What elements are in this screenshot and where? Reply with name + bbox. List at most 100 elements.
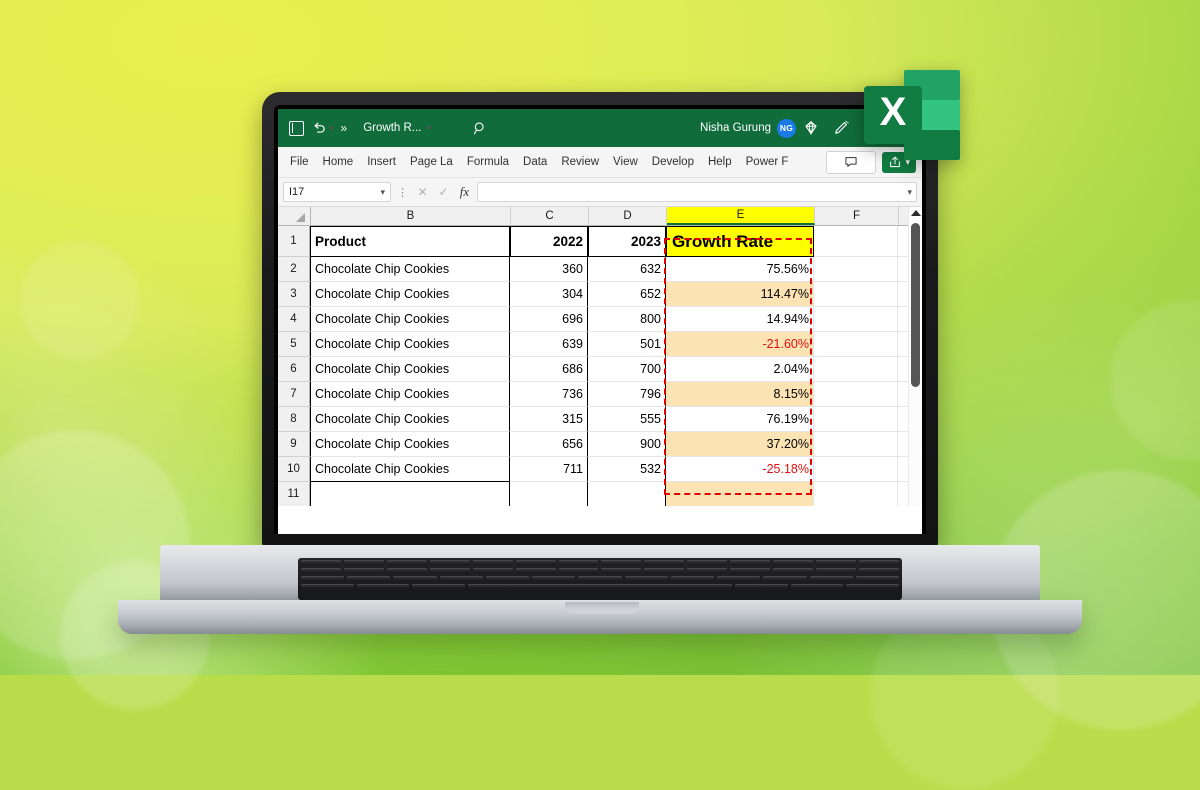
tab-file[interactable]: File	[283, 147, 316, 177]
cell-b8[interactable]: Chocolate Chip Cookies	[310, 407, 510, 432]
diamond-button[interactable]	[796, 115, 826, 141]
cell-f1[interactable]	[814, 226, 898, 257]
formula-bar-more-icon[interactable]: ⋮	[395, 186, 410, 199]
cell-c7[interactable]: 736	[510, 382, 588, 407]
tab-page-layout[interactable]: Page La	[403, 147, 460, 177]
formula-input[interactable]: ▾	[477, 182, 917, 202]
cell-e9[interactable]: 37.20%	[666, 432, 814, 457]
cell-d3[interactable]: 652	[588, 282, 666, 307]
account-button[interactable]: Nisha Gurung NG	[700, 118, 796, 138]
row-header-1[interactable]: 1	[278, 226, 310, 257]
confirm-check-icon[interactable]: ✓	[435, 185, 452, 199]
cell-b9[interactable]: Chocolate Chip Cookies	[310, 432, 510, 457]
vertical-scrollbar[interactable]	[908, 207, 922, 506]
tab-view[interactable]: View	[606, 147, 645, 177]
row-header-9[interactable]: 9	[278, 432, 310, 457]
cell-f4[interactable]	[814, 307, 898, 332]
cell-d4[interactable]: 800	[588, 307, 666, 332]
search-button[interactable]	[473, 121, 488, 136]
cancel-x-icon[interactable]: ✕	[414, 185, 431, 199]
cell-f7[interactable]	[814, 382, 898, 407]
cell-e4[interactable]: 14.94%	[666, 307, 814, 332]
cell-e2[interactable]: 75.56%	[666, 257, 814, 282]
name-box[interactable]: I17 ▾	[283, 182, 391, 202]
chevron-down-icon[interactable]: ▾	[907, 187, 912, 198]
cell-d5[interactable]: 501	[588, 332, 666, 357]
cell-e7[interactable]: 8.15%	[666, 382, 814, 407]
cell-e3[interactable]: 114.47%	[666, 282, 814, 307]
row-header-3[interactable]: 3	[278, 282, 310, 307]
cell-e6[interactable]: 2.04%	[666, 357, 814, 382]
cell-d7[interactable]: 796	[588, 382, 666, 407]
cell-d1[interactable]: 2023	[588, 226, 666, 257]
row-header-8[interactable]: 8	[278, 407, 310, 432]
cell-d6[interactable]: 700	[588, 357, 666, 382]
cell-f8[interactable]	[814, 407, 898, 432]
cell-b11[interactable]	[310, 482, 510, 506]
cell-f9[interactable]	[814, 432, 898, 457]
cell-d11[interactable]	[588, 482, 666, 506]
cell-c1[interactable]: 2022	[510, 226, 588, 257]
cell-d2[interactable]: 632	[588, 257, 666, 282]
column-header-b[interactable]: B	[311, 207, 511, 225]
cell-d8[interactable]: 555	[588, 407, 666, 432]
cell-b3[interactable]: Chocolate Chip Cookies	[310, 282, 510, 307]
excel-app-icon[interactable]	[284, 116, 308, 140]
row-header-4[interactable]: 4	[278, 307, 310, 332]
tab-help[interactable]: Help	[701, 147, 739, 177]
cell-f2[interactable]	[814, 257, 898, 282]
tab-power-pivot[interactable]: Power F	[739, 147, 796, 177]
tab-home[interactable]: Home	[316, 147, 361, 177]
select-all-corner-icon[interactable]	[278, 207, 311, 225]
cell-b1[interactable]: Product	[310, 226, 510, 257]
tab-formulas[interactable]: Formula	[460, 147, 516, 177]
tab-developer[interactable]: Develop	[645, 147, 701, 177]
cell-c2[interactable]: 360	[510, 257, 588, 282]
document-name-button[interactable]: Growth R... ▾	[363, 122, 431, 134]
cell-f10[interactable]	[814, 457, 898, 482]
cell-f5[interactable]	[814, 332, 898, 357]
cell-c9[interactable]: 656	[510, 432, 588, 457]
cell-f3[interactable]	[814, 282, 898, 307]
row-header-7[interactable]: 7	[278, 382, 310, 407]
scrollbar-thumb[interactable]	[911, 223, 920, 387]
cell-b4[interactable]: Chocolate Chip Cookies	[310, 307, 510, 332]
cell-c11[interactable]	[510, 482, 588, 506]
cell-f6[interactable]	[814, 357, 898, 382]
column-header-e[interactable]: E	[667, 207, 815, 225]
cell-b7[interactable]: Chocolate Chip Cookies	[310, 382, 510, 407]
column-header-f[interactable]: F	[815, 207, 899, 225]
cell-d10[interactable]: 532	[588, 457, 666, 482]
cell-c10[interactable]: 711	[510, 457, 588, 482]
column-header-c[interactable]: C	[511, 207, 589, 225]
column-header-d[interactable]: D	[589, 207, 667, 225]
row-header-2[interactable]: 2	[278, 257, 310, 282]
cell-b5[interactable]: Chocolate Chip Cookies	[310, 332, 510, 357]
cell-e10[interactable]: -25.18%	[666, 457, 814, 482]
cell-e1[interactable]: Growth Rate	[666, 226, 814, 257]
row-header-11[interactable]: 11	[278, 482, 310, 506]
undo-button[interactable]: ▾	[312, 121, 334, 136]
cell-d9[interactable]: 900	[588, 432, 666, 457]
cell-e5[interactable]: -21.60%	[666, 332, 814, 357]
cell-c8[interactable]: 315	[510, 407, 588, 432]
cell-b6[interactable]: Chocolate Chip Cookies	[310, 357, 510, 382]
cell-c3[interactable]: 304	[510, 282, 588, 307]
tab-data[interactable]: Data	[516, 147, 554, 177]
cell-c4[interactable]: 696	[510, 307, 588, 332]
cell-b10[interactable]: Chocolate Chip Cookies	[310, 457, 510, 482]
row-header-10[interactable]: 10	[278, 457, 310, 482]
cell-f11[interactable]	[814, 482, 898, 506]
cell-e8[interactable]: 76.19%	[666, 407, 814, 432]
cell-c6[interactable]: 686	[510, 357, 588, 382]
more-commands-icon[interactable]: »	[341, 121, 348, 135]
cell-e11[interactable]	[666, 482, 814, 506]
cell-b2[interactable]: Chocolate Chip Cookies	[310, 257, 510, 282]
row-header-5[interactable]: 5	[278, 332, 310, 357]
scroll-up-arrow-icon[interactable]	[910, 210, 921, 216]
tab-review[interactable]: Review	[554, 147, 606, 177]
tab-insert[interactable]: Insert	[360, 147, 403, 177]
designer-button[interactable]	[826, 115, 856, 141]
fx-insert-function-icon[interactable]: fx	[456, 184, 473, 200]
row-header-6[interactable]: 6	[278, 357, 310, 382]
